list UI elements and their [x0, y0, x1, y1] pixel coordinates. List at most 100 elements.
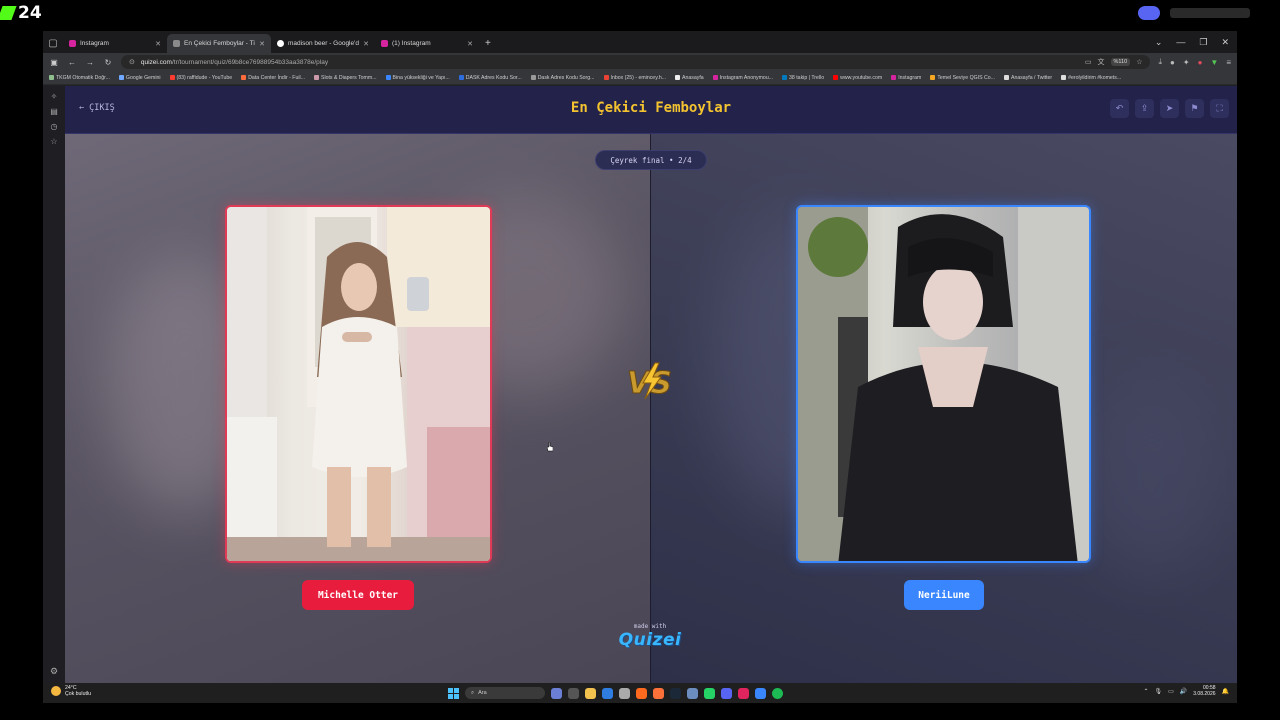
bookmark-item[interactable]: Anasayfa — [675, 75, 704, 81]
widgets-app-icon[interactable] — [551, 687, 562, 699]
url-host: quizei.com — [140, 58, 172, 66]
photos-icon[interactable] — [755, 687, 766, 699]
extension-icon[interactable]: ● — [1170, 58, 1175, 67]
made-with-badge[interactable]: made with Quizei — [610, 623, 690, 650]
new-tab-button[interactable]: + — [479, 34, 497, 53]
close-tab-icon[interactable]: ✕ — [155, 40, 161, 48]
history-icon[interactable]: ◷ — [43, 122, 65, 131]
profile-icon[interactable]: ● — [1198, 58, 1203, 67]
favorites-icon[interactable]: ☆ — [43, 137, 65, 146]
bookmark-item[interactable]: Instagram — [891, 75, 921, 81]
bookmark-star-icon[interactable]: ☆ — [1136, 58, 1142, 66]
bookmark-item[interactable]: Data Center İndir - Fuil... — [241, 75, 305, 81]
bookmark-item[interactable]: Inbox (25) - emincey.h... — [603, 75, 666, 81]
tab-quizei[interactable]: En Çekici Femboylar - Tier List... ✕ — [167, 34, 271, 53]
bookmark-item[interactable]: 38 takip | Trello — [782, 75, 824, 81]
forward-arrow-icon[interactable]: → — [85, 58, 95, 67]
site-info-icon[interactable]: ⊙ — [129, 58, 135, 66]
tab-instagram-2[interactable]: (1) Instagram ✕ — [375, 34, 479, 53]
right-photo-illustration — [798, 207, 1089, 561]
bookmark-item[interactable]: #erolyildirim #komets... — [1061, 75, 1121, 81]
reload-icon[interactable]: ↻ — [103, 58, 113, 67]
translate-icon[interactable]: 文 — [1098, 57, 1105, 67]
bookmark-item[interactable]: Dask Adres Kodu Sorg... — [530, 75, 595, 81]
windows-start-icon[interactable] — [448, 687, 459, 699]
bookmark-favicon-icon — [712, 75, 718, 80]
vote-left-button[interactable]: Michelle Otter — [302, 580, 414, 610]
bookmark-item[interactable]: Temel Seviye QGIS Co... — [930, 75, 995, 81]
undo-icon[interactable]: ↶ — [1110, 99, 1129, 118]
tab-title: En Çekici Femboylar - Tier List... — [184, 40, 255, 47]
puzzle-icon[interactable]: ✦ — [1183, 58, 1190, 67]
download-icon[interactable]: ⤓ — [1158, 57, 1162, 67]
minimize-icon[interactable]: — — [1176, 37, 1185, 47]
bookmark-item[interactable]: Instagram Anonymou... — [712, 75, 773, 81]
discord-app-icon[interactable] — [721, 687, 732, 699]
left-photo-illustration — [227, 207, 490, 561]
round-badge: Çeyrek final • 2/4 — [595, 150, 707, 170]
tab-list-chevron-icon[interactable]: ⌄ — [1155, 37, 1163, 48]
settings-gear-icon[interactable]: ⚙ — [43, 666, 65, 677]
whatsapp-icon[interactable] — [704, 687, 715, 699]
tray-chevron-icon[interactable]: ⌃ — [1143, 688, 1148, 695]
fullscreen-icon[interactable]: ⛶ — [1210, 99, 1229, 118]
mouse-pointer-icon — [547, 442, 553, 452]
back-arrow-icon[interactable]: ← — [67, 58, 77, 67]
bookmark-label: Anasayfa — [682, 74, 704, 81]
tab-search-icon[interactable]: ▢ — [43, 33, 63, 53]
notifications-icon[interactable]: 🔔 — [1222, 688, 1229, 695]
edge-icon[interactable] — [602, 687, 613, 699]
ai-tools-icon[interactable]: ✧ — [43, 92, 65, 101]
bookmark-item[interactable]: Bina yüksekliği ve Yapı... — [385, 75, 450, 81]
left-contestant-card[interactable] — [225, 205, 492, 563]
microphone-icon[interactable]: 🎙 — [1154, 688, 1162, 695]
close-window-icon[interactable]: ✕ — [1221, 37, 1229, 48]
bookmark-favicon-icon — [1061, 75, 1067, 80]
share-icon[interactable]: ⇪ — [1135, 99, 1154, 118]
app-icon[interactable] — [738, 687, 749, 699]
address-bar[interactable]: ⊙ quizei.com/tr/tournament/quiz/69b8ce76… — [121, 55, 1151, 69]
file-explorer-icon[interactable] — [585, 687, 596, 699]
bookmark-item[interactable]: Google Gemini — [118, 75, 161, 81]
calculator-icon[interactable] — [687, 687, 698, 699]
network-icon[interactable]: ▭ — [1168, 688, 1174, 695]
report-flag-icon[interactable]: ⚑ — [1185, 99, 1204, 118]
send-icon[interactable]: ➤ — [1160, 99, 1179, 118]
volume-icon[interactable]: 🔊 — [1180, 688, 1187, 695]
sidebar-toggle-icon[interactable]: ▣ — [49, 58, 59, 67]
weather-widget[interactable]: 24°C Çok bulutlu — [51, 685, 91, 697]
menu-icon[interactable]: ≡ — [1226, 58, 1231, 67]
windows-taskbar: 24°C Çok bulutlu ⌕ Ara ⌃ 🎙 ▭ 🔊 00:58 3.0… — [43, 683, 1237, 703]
bookmark-item[interactable]: www.youtube.com — [833, 75, 882, 81]
reading-list-icon[interactable]: ▤ — [43, 107, 65, 116]
firefox-icon[interactable] — [653, 687, 664, 699]
close-tab-icon[interactable]: ✕ — [259, 40, 265, 48]
bookmark-item[interactable]: (83) raffidude - YouTube — [169, 75, 232, 81]
store-icon[interactable] — [619, 687, 630, 699]
screen-icon[interactable]: ▭ — [1085, 58, 1092, 66]
bookmark-item[interactable]: DASK Adres Kodu Sor... — [458, 75, 522, 81]
bookmark-item[interactable]: Anasayfa / Twitter — [1003, 75, 1052, 81]
steam-icon[interactable] — [670, 687, 681, 699]
stream-overlay-counter: 24 — [0, 2, 64, 24]
blender-icon[interactable] — [636, 687, 647, 699]
update-icon[interactable]: ▼ — [1210, 58, 1218, 67]
restore-icon[interactable]: ❐ — [1199, 37, 1207, 48]
taskbar-search[interactable]: ⌕ Ara — [465, 687, 545, 699]
versus-emblem: VS — [627, 362, 672, 402]
vote-right-button[interactable]: NeriiLune — [904, 580, 984, 610]
bookmark-label: TKGM Otomatik Doğr... — [56, 74, 110, 81]
spotify-icon[interactable] — [772, 687, 783, 699]
task-view-icon[interactable] — [568, 687, 579, 699]
bookmark-item[interactable]: Slots & Diapers Tomm... — [313, 75, 377, 81]
tab-instagram[interactable]: Instagram ✕ — [63, 34, 167, 53]
tab-google-search[interactable]: madison beer - Google'da Ara ✕ — [271, 34, 375, 53]
right-contestant-card[interactable] — [796, 205, 1091, 563]
header-actions: ↶ ⇪ ➤ ⚑ ⛶ — [1110, 99, 1229, 118]
clock[interactable]: 00:58 3.08.2026 — [1193, 685, 1215, 697]
close-tab-icon[interactable]: ✕ — [467, 40, 473, 48]
bookmark-item[interactable]: TKGM Otomatik Doğr... — [49, 75, 110, 81]
backdrop-blur — [1081, 374, 1221, 574]
zoom-level[interactable]: %110 — [1110, 58, 1131, 66]
close-tab-icon[interactable]: ✕ — [363, 40, 369, 48]
